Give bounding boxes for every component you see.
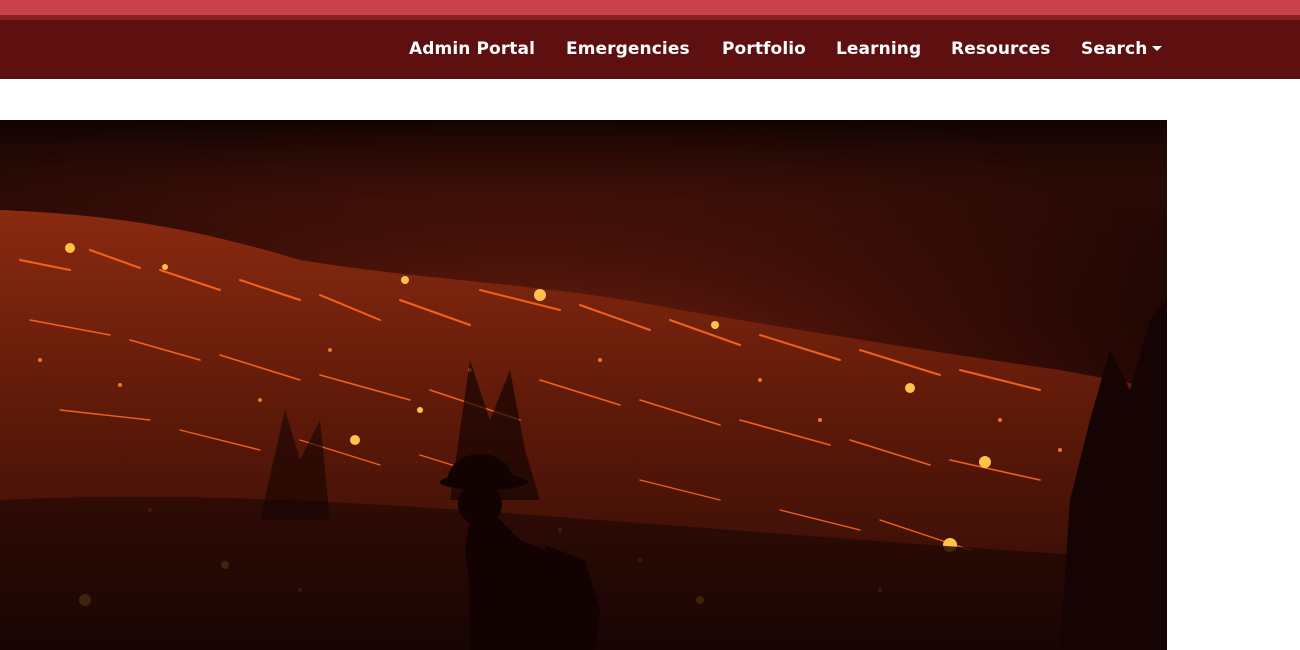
nav-link-label: Learning bbox=[836, 39, 922, 59]
nav-link-label: Admin Portal bbox=[409, 39, 536, 59]
nav-link-resources[interactable]: Resources bbox=[951, 37, 1051, 61]
main-navbar: Admin Portal Emergencies Portfolio Learn… bbox=[0, 20, 1300, 79]
nav-menu: Admin Portal Emergencies Portfolio Learn… bbox=[0, 20, 1300, 79]
nav-link-admin-portal[interactable]: Admin Portal bbox=[409, 37, 535, 61]
caret-down-icon[interactable] bbox=[1152, 46, 1163, 51]
nav-link-emergencies[interactable]: Emergencies bbox=[566, 37, 690, 61]
nav-link-label: Portfolio bbox=[722, 39, 806, 59]
nav-dropdown-search[interactable]: Search bbox=[1081, 37, 1163, 61]
top-accent-bar bbox=[0, 0, 1300, 15]
hero-image bbox=[0, 120, 1167, 650]
wildfire-scene bbox=[0, 120, 1167, 650]
nav-link-label: Emergencies bbox=[566, 39, 690, 59]
nav-link-learning[interactable]: Learning bbox=[836, 37, 921, 61]
nav-link-label: Search bbox=[1081, 39, 1148, 59]
nav-link-portfolio[interactable]: Portfolio bbox=[722, 37, 806, 61]
nav-link-label: Resources bbox=[951, 39, 1051, 59]
